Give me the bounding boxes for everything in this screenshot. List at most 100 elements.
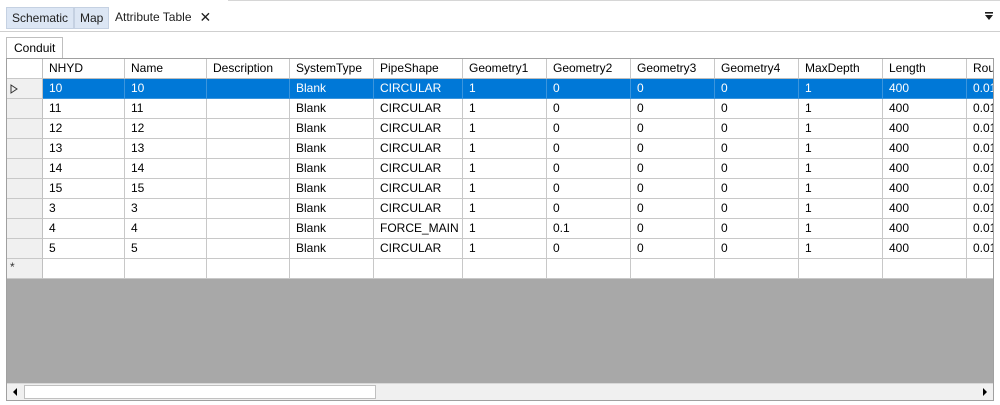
column-header[interactable]: Rou [967, 59, 993, 79]
scrollbar-thumb[interactable] [24, 385, 376, 399]
table-cell[interactable]: 400 [883, 199, 967, 219]
table-cell[interactable]: 0 [631, 139, 715, 159]
table-cell[interactable]: 15 [125, 179, 207, 199]
table-cell[interactable]: 0 [547, 139, 631, 159]
row-header[interactable] [7, 79, 43, 99]
row-header[interactable] [7, 239, 43, 259]
table-cell[interactable]: 0.01 [967, 79, 993, 99]
column-header[interactable]: Description [207, 59, 290, 79]
table-row[interactable]: 1111BlankCIRCULAR100014000.01 [7, 99, 993, 119]
grid-corner[interactable] [7, 59, 43, 79]
table-cell[interactable]: 14 [43, 159, 125, 179]
table-cell[interactable]: 0 [715, 159, 799, 179]
table-cell[interactable]: 0.01 [967, 219, 993, 239]
table-cell[interactable]: 0 [715, 119, 799, 139]
table-cell[interactable]: 0 [631, 179, 715, 199]
table-row[interactable]: 44BlankFORCE_MAIN10.10014000.01 [7, 219, 993, 239]
table-cell[interactable]: 0 [547, 79, 631, 99]
table-cell[interactable]: 1 [463, 79, 547, 99]
table-cell[interactable]: 0 [547, 159, 631, 179]
table-cell[interactable]: 1 [463, 119, 547, 139]
row-header[interactable] [7, 199, 43, 219]
table-cell[interactable] [207, 119, 290, 139]
table-cell[interactable]: 13 [125, 139, 207, 159]
table-cell[interactable]: Blank [290, 79, 374, 99]
table-cell[interactable]: 4 [125, 219, 207, 239]
table-cell[interactable]: 0 [715, 139, 799, 159]
table-cell[interactable]: 0.1 [547, 219, 631, 239]
table-cell[interactable] [207, 159, 290, 179]
table-row[interactable]: 1212BlankCIRCULAR100014000.01 [7, 119, 993, 139]
table-cell[interactable] [883, 259, 967, 279]
table-cell[interactable]: 0 [631, 119, 715, 139]
attribute-grid[interactable]: NHYD Name Description SystemType PipeShape Ge… [6, 58, 994, 401]
table-cell[interactable]: 5 [43, 239, 125, 259]
table-cell[interactable]: 0 [715, 219, 799, 239]
table-cell[interactable]: 1 [799, 219, 883, 239]
table-cell[interactable] [43, 259, 125, 279]
table-cell[interactable]: Blank [290, 139, 374, 159]
row-header[interactable] [7, 119, 43, 139]
table-cell[interactable]: 11 [43, 99, 125, 119]
table-cell[interactable] [207, 79, 290, 99]
table-cell[interactable]: 0 [547, 119, 631, 139]
table-cell[interactable]: 400 [883, 79, 967, 99]
table-cell[interactable] [715, 259, 799, 279]
table-cell[interactable]: 1 [463, 219, 547, 239]
table-cell[interactable]: 0.01 [967, 99, 993, 119]
table-cell[interactable]: 0 [715, 239, 799, 259]
column-header[interactable]: Length [883, 59, 967, 79]
table-cell[interactable]: 4 [43, 219, 125, 239]
column-header[interactable]: MaxDepth [799, 59, 883, 79]
table-cell[interactable]: 10 [43, 79, 125, 99]
table-cell[interactable]: 1 [799, 99, 883, 119]
table-cell[interactable]: 12 [43, 119, 125, 139]
table-cell[interactable]: 0 [715, 199, 799, 219]
table-cell[interactable] [207, 199, 290, 219]
table-cell[interactable] [125, 259, 207, 279]
column-header[interactable]: Geometry2 [547, 59, 631, 79]
table-cell[interactable] [799, 259, 883, 279]
table-cell[interactable]: 400 [883, 179, 967, 199]
row-header[interactable] [7, 179, 43, 199]
table-cell[interactable]: 0.01 [967, 179, 993, 199]
table-cell[interactable] [967, 259, 993, 279]
table-row[interactable]: 1313BlankCIRCULAR100014000.01 [7, 139, 993, 159]
table-cell[interactable]: 0.01 [967, 159, 993, 179]
table-row[interactable]: 1010BlankCIRCULAR100014000.01 [7, 79, 993, 99]
table-cell[interactable] [290, 259, 374, 279]
table-cell[interactable]: 3 [125, 199, 207, 219]
table-cell[interactable]: 0.01 [967, 199, 993, 219]
table-cell[interactable]: 0 [715, 79, 799, 99]
table-cell[interactable]: 0.01 [967, 239, 993, 259]
table-row[interactable]: 1414BlankCIRCULAR100014000.01 [7, 159, 993, 179]
table-cell[interactable]: 1 [799, 79, 883, 99]
table-cell[interactable] [207, 239, 290, 259]
tab-conduit[interactable]: Conduit [6, 37, 64, 58]
table-cell[interactable]: Blank [290, 239, 374, 259]
table-cell[interactable]: 0.01 [967, 119, 993, 139]
column-header[interactable]: Geometry1 [463, 59, 547, 79]
table-cell[interactable] [631, 259, 715, 279]
new-row[interactable]: * [7, 259, 993, 279]
table-cell[interactable]: 1 [463, 199, 547, 219]
tab-schematic[interactable]: Schematic [6, 7, 75, 29]
table-cell[interactable]: 14 [125, 159, 207, 179]
table-cell[interactable]: CIRCULAR [374, 159, 463, 179]
table-cell[interactable] [207, 219, 290, 239]
table-cell[interactable]: Blank [290, 159, 374, 179]
table-cell[interactable]: 0 [547, 199, 631, 219]
table-cell[interactable]: 1 [799, 239, 883, 259]
table-cell[interactable]: 1 [799, 159, 883, 179]
table-row[interactable]: 55BlankCIRCULAR100014000.01 [7, 239, 993, 259]
table-cell[interactable]: 10 [125, 79, 207, 99]
row-header[interactable]: * [7, 259, 43, 279]
table-cell[interactable]: 3 [43, 199, 125, 219]
table-cell[interactable] [374, 259, 463, 279]
table-cell[interactable]: 5 [125, 239, 207, 259]
table-cell[interactable]: CIRCULAR [374, 99, 463, 119]
table-cell[interactable]: CIRCULAR [374, 179, 463, 199]
table-cell[interactable]: 13 [43, 139, 125, 159]
column-header[interactable]: PipeShape [374, 59, 463, 79]
table-cell[interactable]: Blank [290, 199, 374, 219]
